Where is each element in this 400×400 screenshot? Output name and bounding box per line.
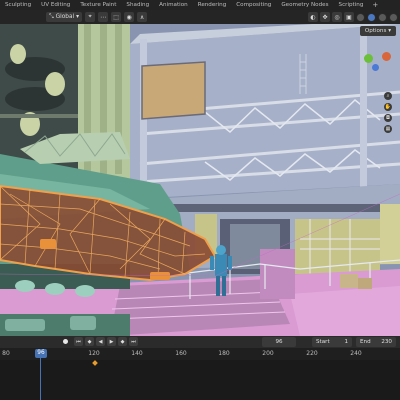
tab-uv-editing[interactable]: UV Editing — [36, 0, 75, 10]
end-value: 230 — [381, 339, 392, 345]
tick-label: 160 — [175, 350, 187, 357]
tab-compositing[interactable]: Compositing — [231, 0, 276, 10]
pan-hand-icon[interactable]: ✋ — [384, 103, 392, 111]
tick-label: 240 — [350, 350, 362, 357]
jump-to-start-icon[interactable]: ⏮ — [74, 337, 83, 346]
chevron-down-icon: ▾ — [388, 28, 391, 34]
tick-label: 220 — [306, 350, 318, 357]
perspective-grid-icon[interactable]: ▦ — [384, 125, 392, 133]
viewport-nav-buttons: ⌕ ✋ ◘ ▦ — [384, 92, 392, 133]
timeline-ruler[interactable]: 80 120 140 160 180 200 220 240 — [0, 348, 400, 360]
tab-geometry-nodes[interactable]: Geometry Nodes — [276, 0, 333, 10]
chevron-down-icon: ▾ — [76, 14, 80, 20]
navigation-gizmo[interactable] — [364, 50, 394, 80]
tab-shading[interactable]: Shading — [121, 0, 154, 10]
options-label: Options — [364, 28, 387, 34]
snap-icon[interactable]: ⋯ — [98, 12, 109, 22]
orientation-icon: ⤡ — [49, 13, 54, 20]
current-frame-field[interactable]: 96 — [262, 337, 296, 347]
proportional-edit-icon[interactable]: ◉ — [124, 12, 135, 22]
wireframe-shading-icon[interactable] — [356, 12, 365, 22]
jump-keyframe-back-icon[interactable]: ◆ — [85, 337, 94, 346]
zoom-icon[interactable]: ⌕ — [384, 92, 392, 100]
start-value: 1 — [344, 339, 348, 345]
tab-texture-paint[interactable]: Texture Paint — [75, 0, 121, 10]
jump-keyframe-forward-icon[interactable]: ◆ — [118, 337, 127, 346]
gizmo-z-axis-icon[interactable] — [372, 64, 379, 71]
camera-view-icon[interactable]: ◘ — [384, 114, 392, 122]
options-dropdown[interactable]: Options ▾ — [359, 26, 396, 36]
3d-viewport[interactable]: Options ▾ ⌕ ✋ ◘ ▦ — [0, 24, 400, 336]
start-frame-field[interactable]: Start 1 — [312, 337, 352, 347]
current-frame-indicator[interactable]: 96 — [35, 349, 47, 358]
tick-label: 180 — [218, 350, 230, 357]
gizmo-x-axis-icon[interactable] — [382, 52, 391, 61]
transform-orientation-dropdown[interactable]: ⤡ Global ▾ — [46, 12, 83, 22]
playhead[interactable] — [40, 358, 41, 400]
tick-label: 80 — [2, 350, 10, 357]
play-icon[interactable]: ▶ — [107, 337, 116, 346]
tab-rendering[interactable]: Rendering — [193, 0, 232, 10]
snap-target-icon[interactable]: ⬚ — [111, 12, 122, 22]
end-frame-field[interactable]: End 230 — [356, 337, 396, 347]
orientation-label: Global — [55, 14, 75, 20]
pivot-point-icon[interactable]: ⌖ — [85, 12, 96, 22]
add-workspace-button[interactable]: + — [368, 0, 382, 10]
tab-sculpting[interactable]: Sculpting — [0, 0, 36, 10]
xray-toggle-icon[interactable]: ▣ — [344, 12, 354, 22]
material-preview-icon[interactable] — [378, 12, 387, 22]
gizmo-y-axis-icon[interactable] — [364, 54, 373, 63]
play-reverse-icon[interactable]: ◀ — [96, 337, 105, 346]
viewport-header: ⤡ Global ▾ ⌖ ⋯ ⬚ ◉ ∧ ◐ ✥ ◎ ▣ — [0, 10, 400, 24]
tab-animation[interactable]: Animation — [154, 0, 193, 10]
falloff-icon[interactable]: ∧ — [137, 12, 148, 22]
scene-render — [0, 24, 400, 336]
jump-to-end-icon[interactable]: ⏭ — [129, 337, 138, 346]
workspace-tabs: Sculpting UV Editing Texture Paint Shadi… — [0, 0, 400, 10]
tick-label: 200 — [262, 350, 274, 357]
auto-keying-icon[interactable] — [63, 339, 68, 344]
playback-controls: ⏮ ◆ ◀ ▶ ◆ ⏭ — [74, 337, 138, 346]
visibility-icon[interactable]: ◐ — [308, 12, 318, 22]
tab-scripting[interactable]: Scripting — [334, 0, 369, 10]
timeline-area[interactable] — [0, 360, 400, 400]
timeline-header: ⏮ ◆ ◀ ▶ ◆ ⏭ 96 Start 1 End 230 — [0, 336, 400, 348]
end-label: End — [360, 339, 371, 345]
tick-label: 120 — [88, 350, 100, 357]
current-frame-value: 96 — [275, 339, 283, 345]
gizmo-toggle-icon[interactable]: ✥ — [320, 12, 330, 22]
solid-shading-icon[interactable] — [367, 12, 376, 22]
start-label: Start — [316, 339, 330, 345]
overlay-toggle-icon[interactable]: ◎ — [332, 12, 342, 22]
rendered-shading-icon[interactable] — [389, 12, 398, 22]
tick-label: 140 — [131, 350, 143, 357]
